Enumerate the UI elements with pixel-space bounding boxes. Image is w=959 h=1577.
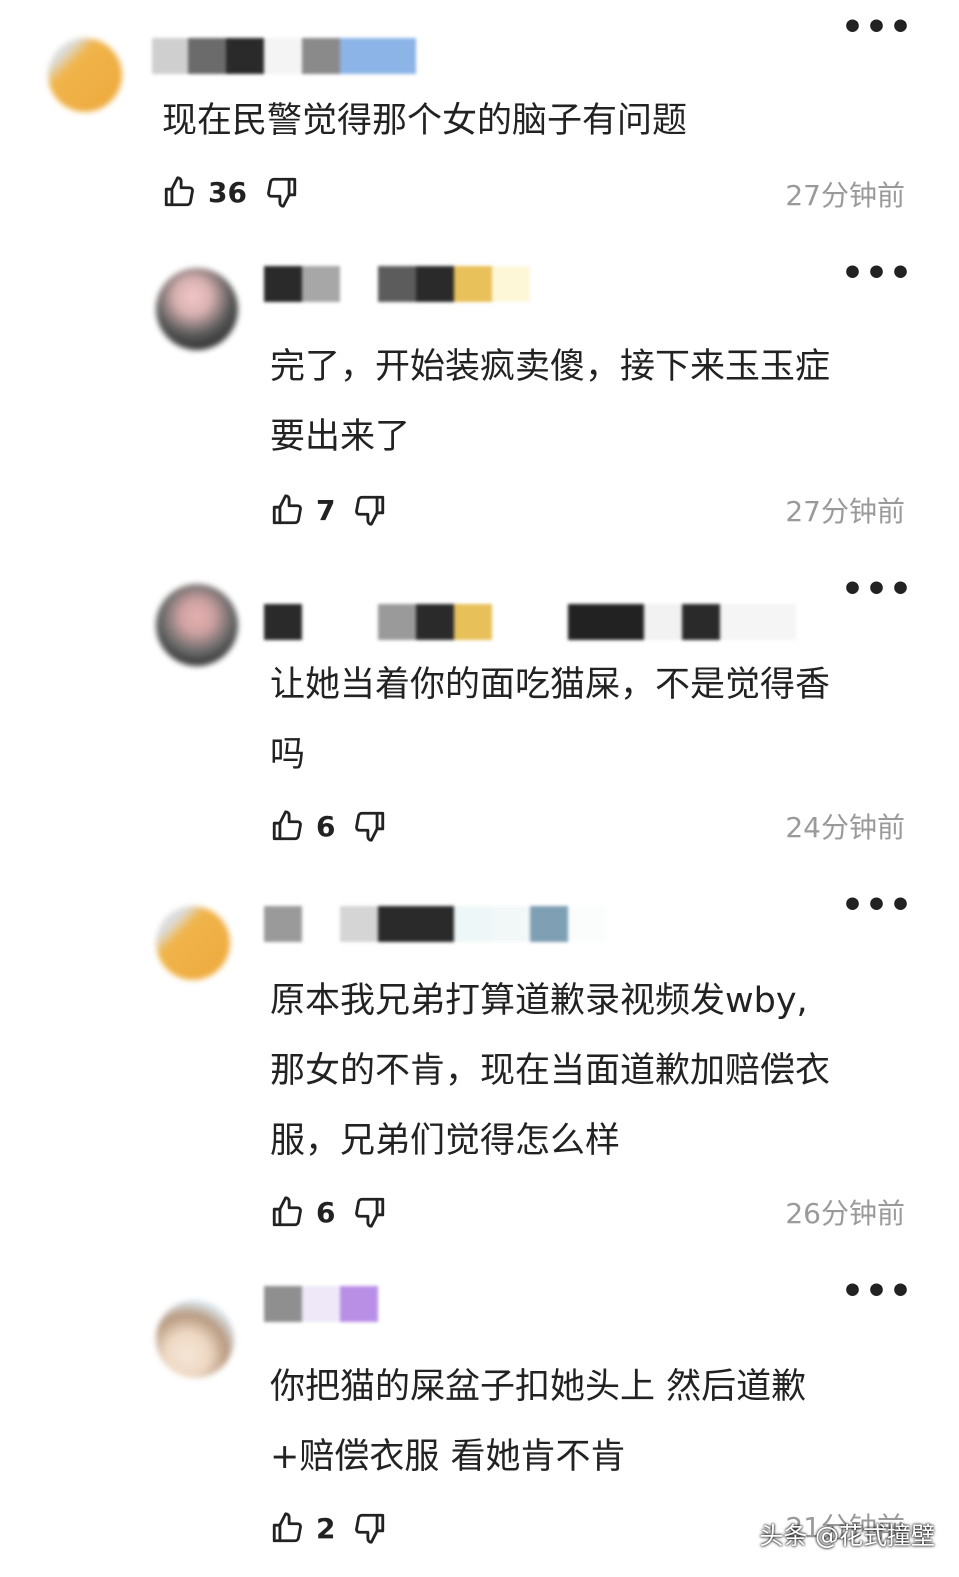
comment-text-line: 那女的不肯，现在当面道歉加赔偿衣 [270, 1051, 831, 1091]
thumbs-down-icon[interactable] [353, 493, 387, 527]
comment-text: 现在民警觉得那个女的脑子有问题 [162, 86, 687, 156]
like-count: 7 [316, 493, 336, 527]
comment-actions: 6 [270, 1192, 387, 1232]
username-blurred[interactable] [264, 266, 530, 302]
comment-text: 完了，开始装疯卖傻，接下来玉玉症 要出来了 [270, 332, 830, 472]
comment-text: 你把猫的屎盆子扣她头上 然后道歉 +赔偿衣服 看她肯不肯 [270, 1352, 806, 1492]
comment-text-line: 你把猫的屎盆子扣她头上 然后道歉 [270, 1367, 807, 1407]
like-count: 6 [316, 1195, 336, 1229]
thumbs-down-icon[interactable] [265, 175, 299, 209]
comment-text-line: 完了，开始装疯卖傻，接下来玉玉症 [270, 347, 831, 387]
thumbs-up-icon[interactable] [162, 175, 196, 209]
comment-item: ••• 让她当着你的面吃猫屎，不是觉得香 吗 6 24分钟前 [0, 556, 959, 872]
more-dots-icon[interactable]: ••• [841, 10, 913, 46]
comment-actions: 6 [270, 806, 387, 846]
watermark: 头条 @花式撞壁 [759, 1522, 935, 1550]
comment-time: 24分钟前 [785, 811, 905, 844]
like-count: 36 [208, 175, 247, 209]
comment-text: 原本我兄弟打算道歉录视频发wby, 那女的不肯，现在当面道歉加赔偿衣 服，兄弟们… [270, 966, 830, 1176]
thumbs-up-icon[interactable] [270, 809, 304, 843]
more-dots-icon[interactable]: ••• [841, 1274, 913, 1310]
avatar[interactable] [156, 584, 238, 666]
thumbs-down-icon[interactable] [353, 1511, 387, 1545]
comment-item: ••• 原本我兄弟打算道歉录视频发wby, 那女的不肯，现在当面道歉加赔偿衣 服… [0, 872, 959, 1268]
comment-item: ••• 完了，开始装疯卖傻，接下来玉玉症 要出来了 7 27分钟前 [0, 240, 959, 556]
more-dots-icon[interactable]: ••• [841, 888, 913, 924]
thumbs-up-icon[interactable] [270, 493, 304, 527]
avatar[interactable] [156, 268, 238, 350]
comment-actions: 7 [270, 490, 387, 530]
username-blurred[interactable] [264, 604, 796, 640]
comment-text-line: 现在民警觉得那个女的脑子有问题 [162, 101, 688, 141]
like-count: 6 [316, 809, 336, 843]
comment-actions: 2 [270, 1508, 387, 1548]
avatar[interactable] [156, 1300, 234, 1378]
comment-text-line: 服，兄弟们觉得怎么样 [270, 1121, 621, 1161]
comment-text-line: 让她当着你的面吃猫屎，不是觉得香 [270, 665, 831, 705]
username-blurred[interactable] [152, 38, 416, 74]
like-count: 2 [316, 1511, 336, 1545]
comment-time: 26分钟前 [785, 1197, 905, 1230]
thumbs-down-icon[interactable] [353, 809, 387, 843]
username-blurred[interactable] [264, 1286, 378, 1322]
more-dots-icon[interactable]: ••• [841, 572, 913, 608]
comment-time: 27分钟前 [785, 179, 905, 212]
more-dots-icon[interactable]: ••• [841, 256, 913, 292]
avatar[interactable] [156, 906, 230, 980]
comment-text-line: 原本我兄弟打算道歉录视频发wby, [270, 981, 808, 1021]
comment-text: 让她当着你的面吃猫屎，不是觉得香 吗 [270, 650, 830, 790]
avatar[interactable] [48, 38, 122, 112]
thumbs-up-icon[interactable] [270, 1511, 304, 1545]
comment-text-line: +赔偿衣服 看她肯不肯 [270, 1437, 626, 1477]
comment-text-line: 要出来了 [270, 417, 411, 457]
comment-time: 27分钟前 [785, 495, 905, 528]
thumbs-down-icon[interactable] [353, 1195, 387, 1229]
comment-text-line: 吗 [270, 735, 306, 775]
comment-item: ••• 现在民警觉得那个女的脑子有问题 36 27分钟前 [0, 0, 959, 240]
comment-actions: 36 [162, 172, 299, 212]
thumbs-up-icon[interactable] [270, 1195, 304, 1229]
username-blurred[interactable] [264, 906, 606, 942]
